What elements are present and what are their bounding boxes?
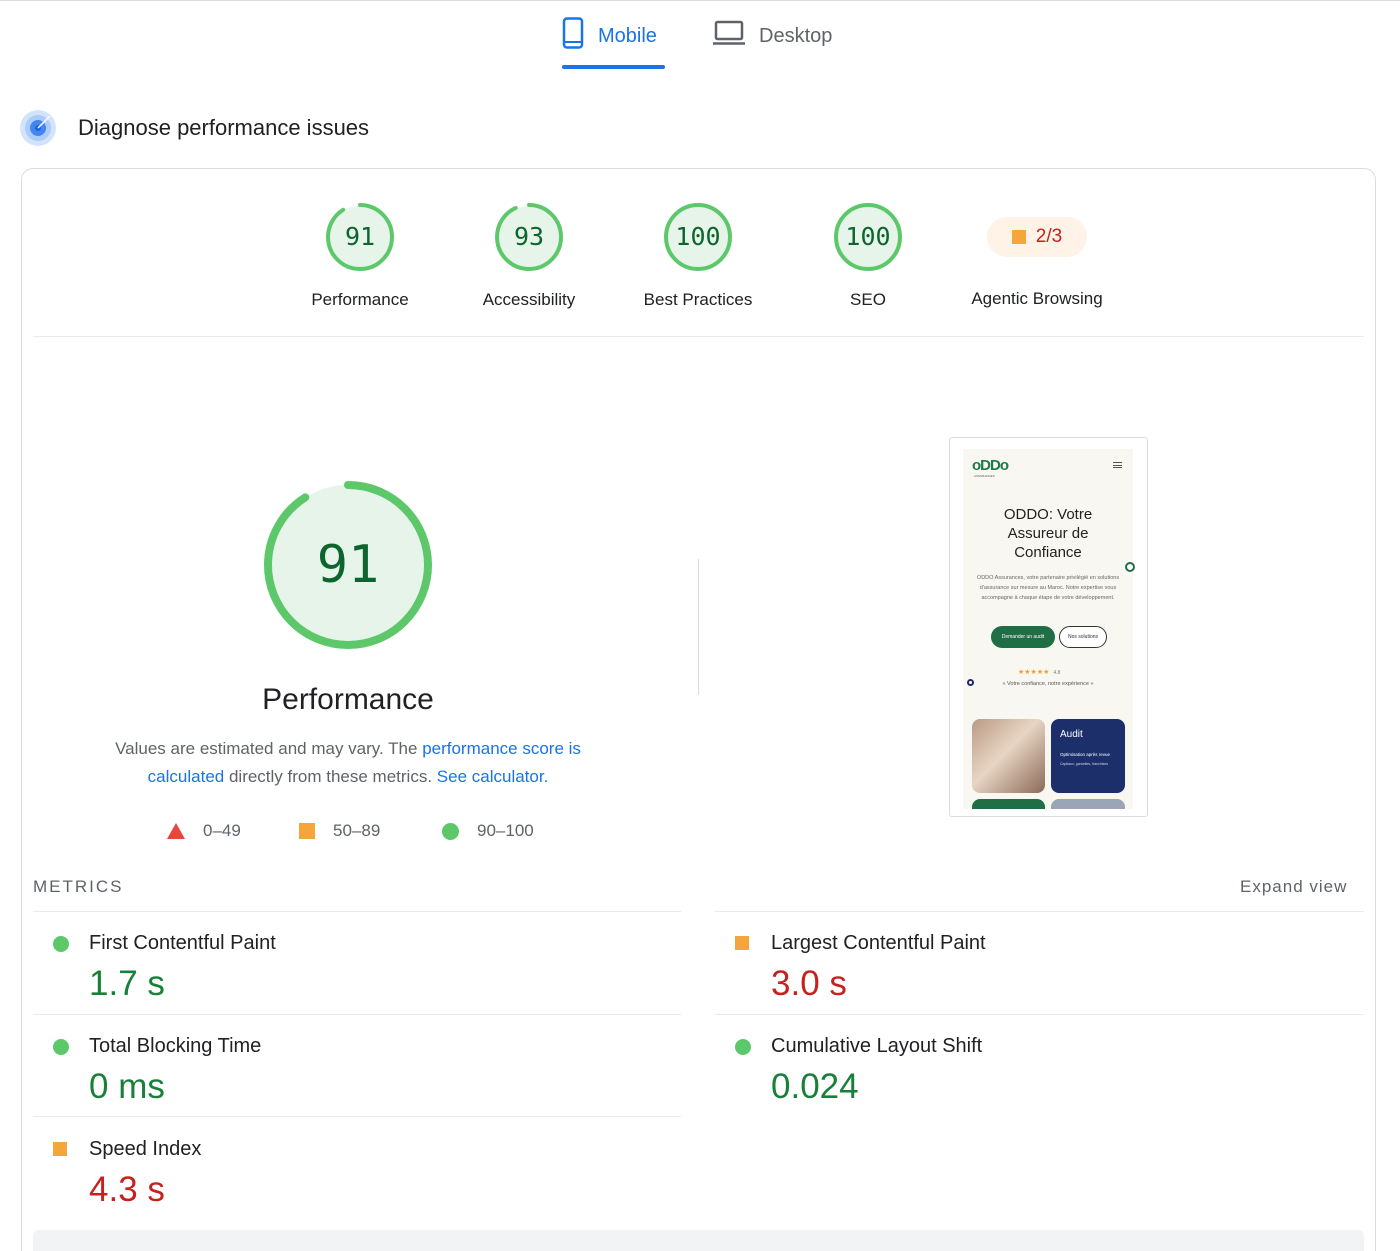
- gauge-score: 100: [675, 222, 721, 251]
- title-line: ODDO: Votre: [1003, 506, 1093, 523]
- vertical-divider: [698, 559, 699, 695]
- carousel-dot: [1125, 562, 1135, 572]
- site-logo-sub: ASSURANCES: [974, 474, 995, 478]
- good-circle-icon: [53, 1039, 69, 1055]
- gauge-best-practices[interactable]: 100 Best Practices: [623, 202, 773, 310]
- gauge-score: 100: [845, 222, 891, 251]
- tab-mobile-label: Mobile: [598, 24, 657, 47]
- note-text: Values are estimated and may vary. The: [115, 739, 423, 758]
- metric-speed-index: Speed Index 4.3 s: [33, 1120, 653, 1220]
- rating-stars: ★★★★★ 4.8: [1018, 668, 1060, 676]
- carousel-dot: [967, 679, 974, 686]
- metric-name: Largest Contentful Paint: [771, 932, 986, 954]
- screenshot-photo: [972, 719, 1045, 793]
- menu-icon: [1113, 462, 1122, 468]
- legend-poor: 0–49: [167, 821, 241, 841]
- metric-name: Cumulative Layout Shift: [771, 1035, 983, 1057]
- metric-largest-contentful-paint: Largest Contentful Paint 3.0 s: [715, 914, 1335, 1014]
- performance-title: Performance: [262, 683, 434, 716]
- tab-mobile[interactable]: Mobile: [562, 14, 657, 58]
- triangle-icon: [167, 823, 185, 839]
- screenshot-card: [1051, 799, 1125, 809]
- square-icon: [299, 823, 315, 839]
- divider: [715, 1014, 1364, 1015]
- audit-tags: Capitaux, garanties, franchises: [1060, 762, 1109, 766]
- diagnose-icon: [20, 110, 56, 146]
- legend-range: 0–49: [203, 821, 241, 840]
- gauge-accessibility[interactable]: 93 Accessibility: [454, 202, 604, 310]
- report-card: 91 Performance 93 Accessibility 100 Best…: [21, 168, 1376, 1251]
- gauge-score: 91: [344, 222, 376, 251]
- metric-value: 4.3 s: [89, 1170, 165, 1209]
- good-circle-icon: [735, 1039, 751, 1055]
- screenshot-text: ODDO Assurances, votre partenaire privil…: [976, 575, 1120, 601]
- legend-range: 90–100: [477, 821, 534, 840]
- screenshot-content: oDDo ASSURANCES ODDO: Votre Assureur de …: [963, 449, 1133, 809]
- gauge-seo[interactable]: 100 SEO: [793, 202, 943, 310]
- metric-cumulative-layout-shift: Cumulative Layout Shift 0.024: [715, 1017, 1335, 1117]
- screenshot-primary-button: Demander un audit: [991, 626, 1055, 648]
- screenshot-title: ODDO: Votre Assureur de Confiance: [963, 505, 1133, 562]
- screenshot-secondary-button: Nos solutions: [1059, 626, 1107, 648]
- star-icons: ★★★★★: [1018, 669, 1050, 676]
- metric-name: Total Blocking Time: [89, 1035, 262, 1057]
- metric-value: 0 ms: [89, 1067, 165, 1106]
- metric-total-blocking-time: Total Blocking Time 0 ms: [33, 1017, 653, 1117]
- metrics-header: METRICS: [33, 877, 124, 896]
- divider: [715, 911, 1364, 912]
- divider: [33, 1116, 681, 1117]
- section-header: Diagnose performance issues: [20, 110, 369, 146]
- agentic-browsing-badge[interactable]: 2/3: [987, 217, 1087, 257]
- laptop-icon: [713, 20, 745, 52]
- title-line: Assureur de: [1007, 525, 1089, 542]
- metric-first-contentful-paint: First Contentful Paint 1.7 s: [33, 914, 653, 1014]
- insights-bar: [33, 1230, 1364, 1251]
- legend-good: 90–100: [442, 821, 534, 841]
- average-square-icon: [53, 1142, 67, 1156]
- gauge-score: 93: [513, 222, 545, 251]
- legend-range: 50–89: [333, 821, 381, 840]
- page-screenshot[interactable]: oDDo ASSURANCES ODDO: Votre Assureur de …: [949, 437, 1148, 817]
- agentic-value: 2/3: [1035, 226, 1063, 247]
- gauge-label: SEO: [850, 290, 886, 309]
- metric-value: 0.024: [771, 1067, 859, 1106]
- active-tab-indicator: [562, 65, 665, 69]
- device-tabs: Mobile Desktop: [0, 0, 1400, 72]
- tab-desktop-label: Desktop: [759, 24, 833, 47]
- screenshot-quote: « Votre confiance, notre expérience »: [1002, 681, 1094, 687]
- screenshot-card: [972, 799, 1045, 809]
- gauge-label: Best Practices: [643, 290, 753, 309]
- average-square-icon: [1011, 230, 1026, 244]
- gauge-label: Accessibility: [482, 290, 576, 309]
- metric-value: 1.7 s: [89, 964, 165, 1003]
- good-circle-icon: [53, 936, 69, 952]
- tab-desktop[interactable]: Desktop: [713, 14, 832, 58]
- smartphone-icon: [562, 17, 584, 55]
- metric-value: 3.0 s: [771, 964, 847, 1003]
- section-title: Diagnose performance issues: [78, 115, 370, 140]
- agentic-browsing-label: Agentic Browsing: [971, 289, 1103, 308]
- divider: [33, 911, 681, 912]
- rating-value: 4.8: [1053, 670, 1061, 676]
- divider: [33, 1014, 681, 1015]
- performance-note: Values are estimated and may vary. The p…: [90, 735, 606, 791]
- circle-icon: [442, 822, 459, 840]
- audit-subtitle: Optimisation après revue: [1060, 752, 1111, 757]
- note-text: directly from these metrics.: [224, 767, 437, 786]
- metric-name: First Contentful Paint: [89, 932, 276, 954]
- average-square-icon: [735, 936, 749, 950]
- performance-score-large: 91: [316, 535, 380, 595]
- audit-title: Audit: [1060, 729, 1083, 740]
- metric-name: Speed Index: [89, 1138, 202, 1160]
- screenshot-audit-card: Audit Optimisation après revue Capitaux,…: [1051, 719, 1125, 793]
- title-line: Confiance: [1014, 544, 1082, 561]
- divider: [33, 336, 1364, 337]
- gauge-performance[interactable]: 91 Performance: [285, 202, 435, 310]
- legend-average: 50–89: [299, 821, 380, 841]
- expand-view-button[interactable]: Expand view: [1240, 877, 1347, 897]
- site-logo: oDDo: [972, 457, 1009, 474]
- gauge-label: Performance: [311, 290, 409, 309]
- see-calculator-link[interactable]: See calculator.: [437, 767, 549, 786]
